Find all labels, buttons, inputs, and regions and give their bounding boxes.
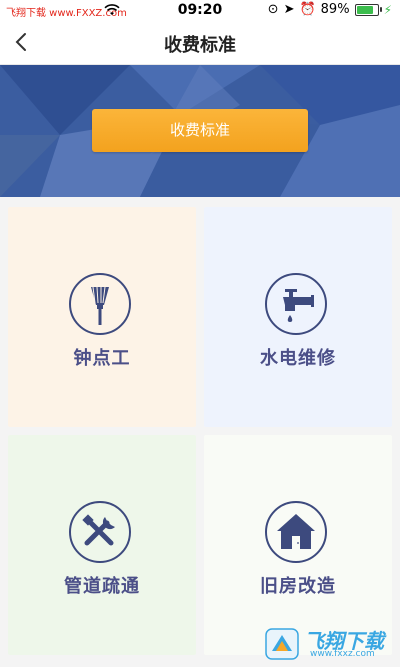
broom-icon [69, 273, 131, 335]
house-icon [265, 501, 327, 563]
status-right-group: ⊙ ➤ ⏰ 89% ⚡ [268, 2, 392, 17]
battery-icon [354, 3, 382, 16]
service-grid: 钟点工 水电维修 管道疏通 旧房改造 飞翔下载 www.fxxz.com [0, 197, 400, 667]
nav-bar: 收费标准 [0, 22, 400, 65]
charging-icon: ⚡ [383, 2, 392, 17]
service-label: 旧房改造 [260, 576, 336, 597]
service-tile-hourly-worker[interactable]: 钟点工 [8, 207, 196, 427]
service-tile-pipe-dredging[interactable]: 管道疏通 [8, 435, 196, 655]
service-label: 钟点工 [73, 348, 131, 369]
alarm-icon: ⏰ [299, 2, 316, 17]
watermark-logo-icon [265, 628, 299, 660]
banner: 收费标准 [0, 65, 400, 197]
location-icon: ➤ [283, 2, 295, 17]
page-title: 收费标准 [164, 35, 236, 56]
orientation-lock-icon: ⊙ [267, 2, 279, 17]
status-bar: 飞翔下载 www.FXXZ.com 09:20 ⊙ ➤ ⏰ 89% ⚡ [0, 0, 400, 22]
service-label: 管道疏通 [64, 576, 140, 597]
battery-percent: 89% [320, 2, 350, 17]
service-tile-renovation[interactable]: 旧房改造 [204, 435, 392, 655]
service-tile-plumbing-electric[interactable]: 水电维修 [204, 207, 392, 427]
watermark: 飞翔下载 www.fxxz.com [262, 625, 396, 663]
service-label: 水电维修 [260, 348, 336, 369]
watermark-url: www.fxxz.com [310, 649, 375, 659]
faucet-icon [265, 273, 327, 335]
pricing-standard-button[interactable]: 收费标准 [92, 109, 308, 152]
battery-fill [356, 5, 373, 14]
tools-icon [69, 501, 131, 563]
